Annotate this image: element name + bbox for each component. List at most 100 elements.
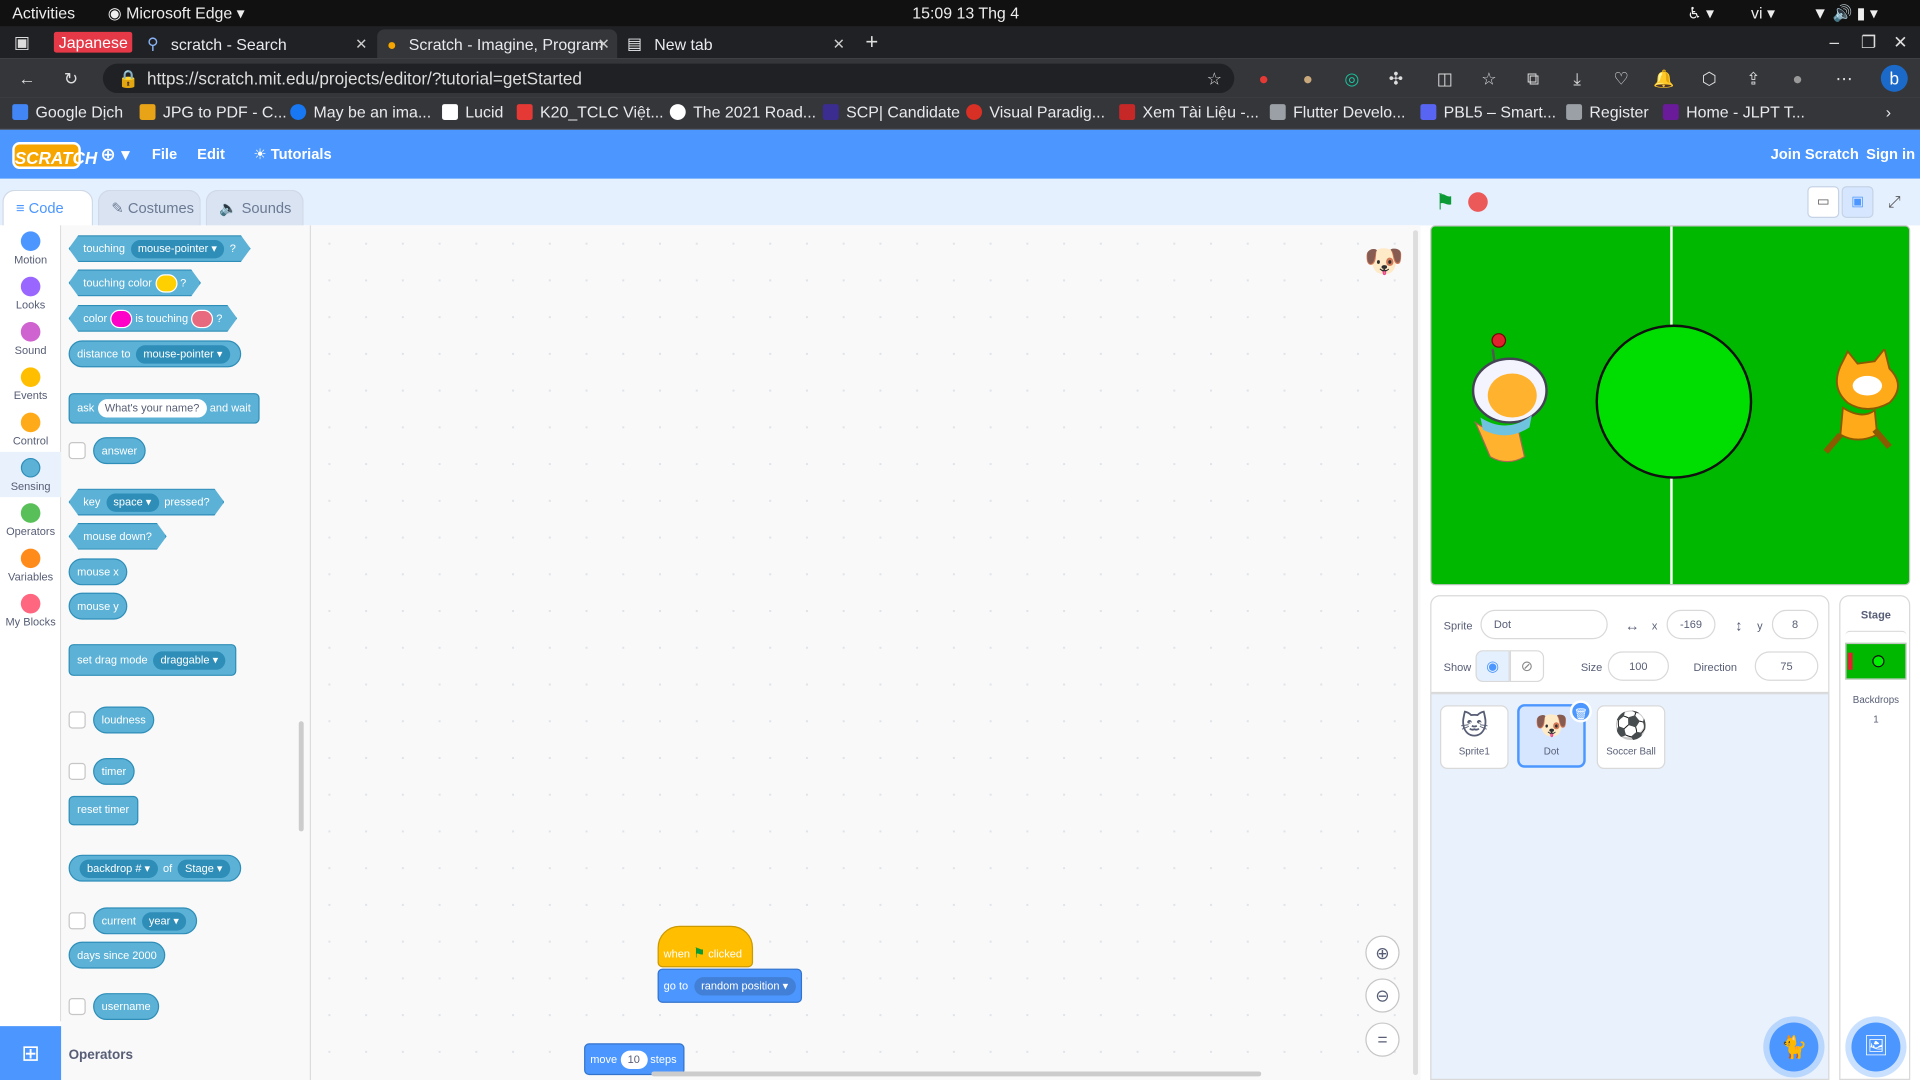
close-icon[interactable]: ✕: [833, 36, 845, 53]
sprite-name-field[interactable]: Dot: [1480, 609, 1608, 640]
green-dot-sprite[interactable]: [1595, 324, 1753, 479]
code-workspace[interactable]: 🐶 when ⚑ clicked go to random position ▾…: [311, 225, 1421, 1080]
hide-eye-icon[interactable]: ⊘: [1509, 650, 1545, 683]
refresh-icon[interactable]: ↻: [61, 69, 81, 89]
new-tab-plus-icon[interactable]: +: [862, 31, 882, 53]
timer-monitor-checkbox[interactable]: [68, 762, 86, 781]
add-extension-icon[interactable]: ⊞: [0, 1026, 62, 1080]
bookmark-lucid[interactable]: Lucid: [442, 103, 503, 121]
language-globe-icon[interactable]: ⊕ ▾: [100, 143, 130, 165]
favorites-icon[interactable]: ☆: [1479, 69, 1499, 89]
current-unit-dropdown[interactable]: year ▾: [141, 912, 187, 931]
bookmark-xem-tai-lieu[interactable]: Xem Tài Liệu -...: [1119, 103, 1259, 121]
bookmark-pbl5[interactable]: PBL5 – Smart...: [1420, 103, 1556, 121]
palette-scrollbar[interactable]: [298, 721, 304, 832]
downloads-icon[interactable]: ⤓: [1567, 69, 1587, 89]
block-distance-to[interactable]: distance to mouse-pointer ▾: [68, 340, 241, 368]
accessibility-icon[interactable]: ♿ ▾: [1687, 4, 1714, 24]
choose-sprite-cat-icon[interactable]: 🐈: [1769, 1022, 1819, 1072]
split-screen-icon[interactable]: ◫: [1435, 69, 1455, 89]
stop-icon[interactable]: [1468, 192, 1488, 212]
more-menu-icon[interactable]: ⋯: [1834, 69, 1854, 89]
file-menu[interactable]: File: [152, 146, 177, 163]
color-swatch[interactable]: [191, 310, 213, 328]
tutorials-button[interactable]: ☀ Tutorials: [253, 146, 331, 163]
small-stage-icon[interactable]: ▭: [1807, 186, 1840, 218]
block-days-since-2000[interactable]: days since 2000: [68, 941, 166, 969]
current-monitor-checkbox[interactable]: [68, 912, 86, 930]
block-key-pressed[interactable]: key space ▾ pressed?: [69, 489, 225, 516]
block-current[interactable]: current year ▾: [93, 907, 198, 935]
y-field[interactable]: 8: [1771, 609, 1819, 640]
edit-menu[interactable]: Edit: [197, 146, 225, 163]
stage-canvas[interactable]: [1430, 225, 1911, 586]
block-move-steps[interactable]: move 10 steps: [584, 1043, 685, 1076]
add-favorite-icon[interactable]: ☆: [1207, 64, 1222, 93]
block-loudness[interactable]: loudness: [93, 706, 155, 734]
collections-icon[interactable]: ⧉: [1523, 69, 1543, 89]
edge-app-menu[interactable]: ◉ Microsoft Edge ▾: [108, 4, 245, 24]
extensions-icon[interactable]: ✣: [1386, 69, 1406, 89]
profile-avatar-icon[interactable]: ●: [1788, 69, 1808, 89]
direction-field[interactable]: 75: [1754, 651, 1819, 681]
bookmark-flutter[interactable]: Flutter Develo...: [1269, 103, 1405, 121]
tab-actions-icon[interactable]: ▣: [12, 32, 32, 52]
steps-input[interactable]: 10: [620, 1050, 648, 1069]
color-swatch[interactable]: [110, 310, 132, 328]
zoom-in-icon[interactable]: ⊕: [1365, 935, 1400, 970]
zoom-out-icon[interactable]: ⊖: [1365, 978, 1400, 1013]
bookmark-google-dich[interactable]: Google Dịch: [12, 103, 123, 121]
back-arrow-icon[interactable]: ←: [17, 69, 37, 89]
block-color-is-touching[interactable]: color is touching ?: [69, 305, 238, 332]
size-field[interactable]: 100: [1607, 651, 1669, 681]
minimize-icon[interactable]: –: [1825, 32, 1845, 52]
ask-text-input[interactable]: What's your name?: [97, 399, 207, 418]
block-go-to[interactable]: go to random position ▾: [657, 968, 803, 1003]
window-close-icon[interactable]: ✕: [1891, 32, 1911, 52]
loudness-monitor-checkbox[interactable]: [68, 711, 86, 729]
block-touching[interactable]: touching mouse-pointer ▾ ?: [69, 235, 251, 262]
object-dropdown[interactable]: Stage ▾: [177, 859, 230, 878]
category-events[interactable]: Events: [0, 361, 61, 406]
extension-avatar-icon[interactable]: ●: [1298, 69, 1318, 89]
bookmark-register[interactable]: Register: [1566, 103, 1649, 121]
fullscreen-icon[interactable]: ⤢: [1878, 186, 1910, 218]
dog-sprite[interactable]: [1458, 348, 1551, 471]
show-eye-icon[interactable]: ◉: [1475, 650, 1510, 683]
language-indicator[interactable]: vi ▾: [1751, 4, 1775, 24]
activities-button[interactable]: Activities: [12, 4, 75, 22]
bookmark-k20[interactable]: K20_TCLC Việt...: [516, 103, 664, 121]
go-to-target-dropdown[interactable]: random position ▾: [693, 977, 796, 996]
workspace-horizontal-scrollbar[interactable]: [651, 1071, 1262, 1077]
tab-costumes[interactable]: ✎ Costumes: [97, 189, 201, 227]
bookmark-jpg-to-pdf[interactable]: JPG to PDF - C...: [139, 103, 287, 121]
bookmarks-overflow-chevron-icon[interactable]: ›: [1886, 103, 1891, 121]
tab-sounds[interactable]: 🔈 Sounds: [205, 189, 304, 227]
block-mouse-y[interactable]: mouse y: [68, 592, 128, 620]
close-icon[interactable]: ✕: [598, 36, 610, 53]
tab-code[interactable]: ≡ Code: [2, 189, 94, 227]
network-icon[interactable]: ▼ 🔊 ▮ ▾: [1812, 4, 1878, 24]
drag-mode-dropdown[interactable]: draggable ▾: [153, 651, 226, 670]
copilot-icon[interactable]: b: [1880, 64, 1908, 92]
restore-icon[interactable]: ❐: [1859, 32, 1879, 52]
grammarly-icon[interactable]: ◎: [1342, 69, 1362, 89]
sprite-tile-soccer-ball[interactable]: ⚽ Soccer Ball: [1596, 705, 1666, 769]
choose-backdrop-icon[interactable]: 🖼: [1851, 1022, 1901, 1072]
block-timer[interactable]: timer: [93, 757, 135, 785]
property-dropdown[interactable]: backdrop # ▾: [79, 859, 158, 878]
close-icon[interactable]: ✕: [355, 36, 367, 53]
color-swatch[interactable]: [155, 274, 177, 292]
category-looks[interactable]: Looks: [0, 271, 61, 316]
block-ask-and-wait[interactable]: ask What's your name? and wait: [68, 393, 260, 424]
bookmark-visual-paradigm[interactable]: Visual Paradig...: [966, 103, 1105, 121]
bookmark-scp[interactable]: SCP| Candidate: [822, 103, 960, 121]
bookmark-jlpt[interactable]: Home - JLPT T...: [1662, 103, 1805, 121]
category-operators[interactable]: Operators: [0, 497, 61, 542]
category-variables[interactable]: Variables: [0, 542, 61, 587]
workspace-vertical-scrollbar[interactable]: [1413, 230, 1418, 1076]
join-scratch-link[interactable]: Join Scratch: [1771, 146, 1859, 163]
block-username[interactable]: username: [93, 993, 160, 1021]
answer-monitor-checkbox[interactable]: [68, 442, 86, 460]
sprite-tile-sprite1[interactable]: 🐱 Sprite1: [1440, 705, 1509, 769]
